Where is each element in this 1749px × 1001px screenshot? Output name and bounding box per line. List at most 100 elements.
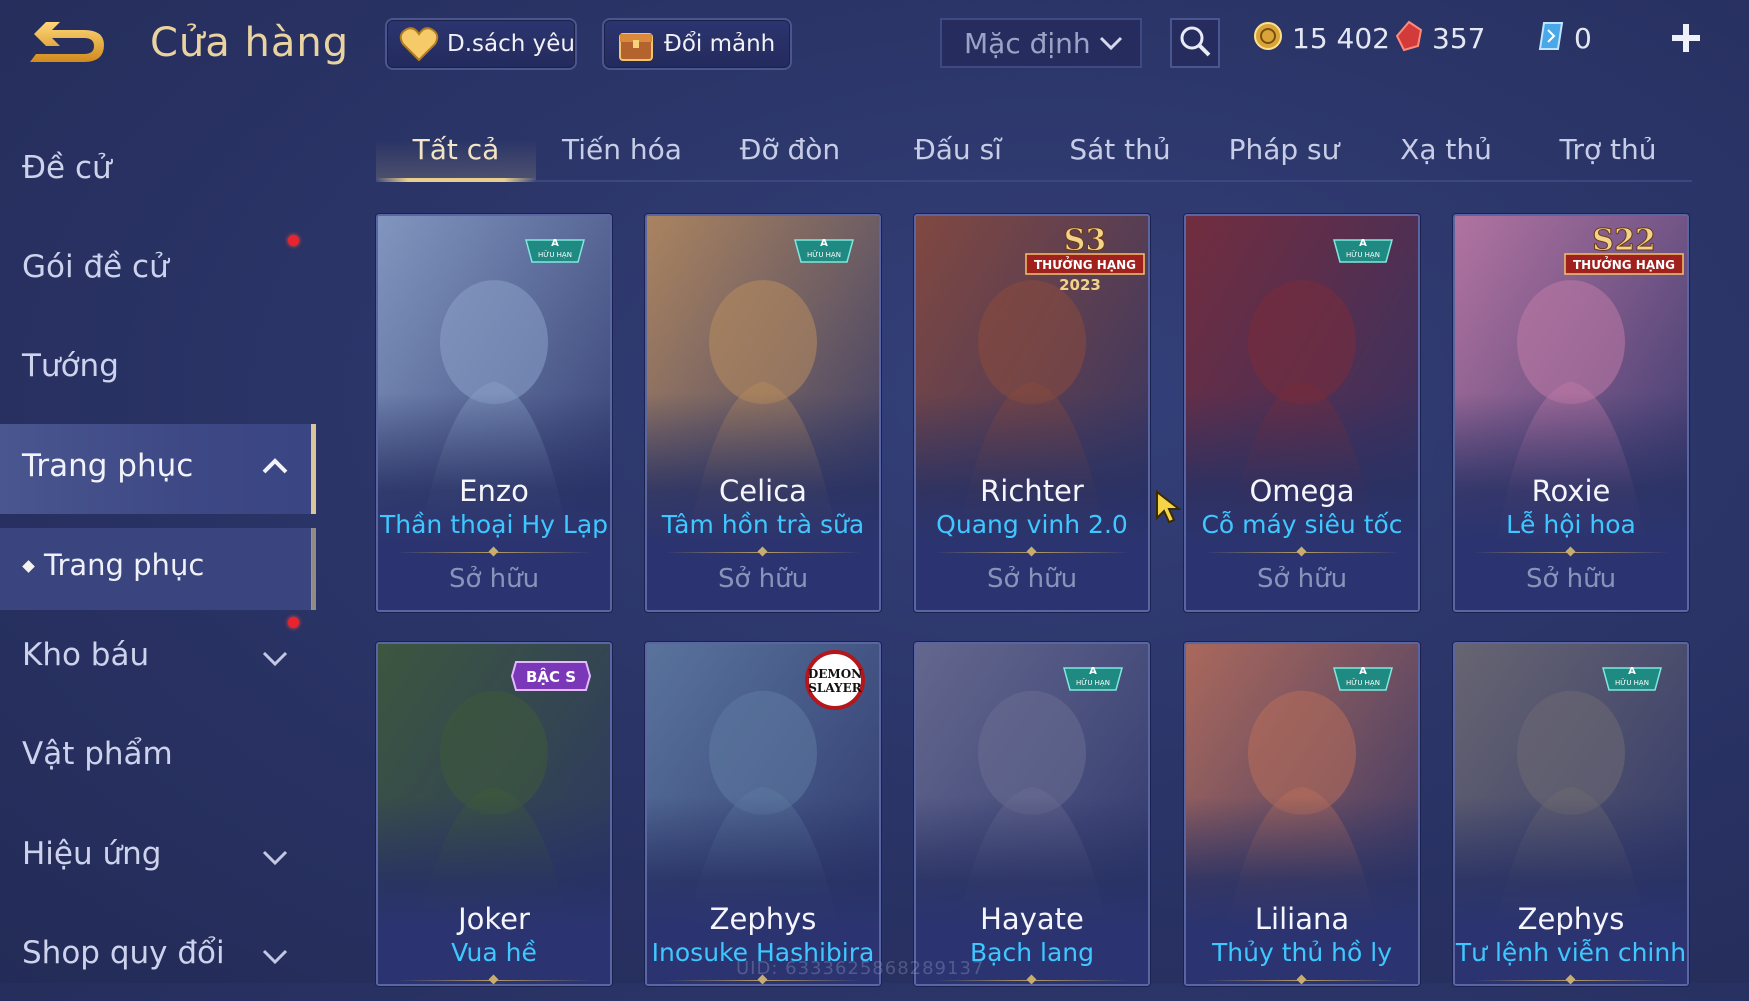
owned-status: Sở hữu: [1256, 564, 1348, 594]
tab-assassin[interactable]: Sát thủ: [1038, 118, 1202, 180]
skin-card[interactable]: A HỮU HẠN Enzo Thần thoại Hy Lạp Sở hữu: [376, 214, 612, 612]
hero-name: Celica: [719, 474, 807, 508]
sidebar-item-label: Vật phẩm: [22, 736, 173, 772]
sidebar-item-heroes[interactable]: Tướng: [0, 324, 312, 414]
sidebar-item-skins[interactable]: Trang phục: [0, 424, 316, 514]
skin-card[interactable]: A HỮU HẠN Zephys Tư lệnh viễn chinh: [1453, 642, 1689, 986]
sidebar-item-label: Đề cử: [22, 150, 112, 186]
sidebar-item-exchange-shop[interactable]: Shop quy đổi: [0, 911, 312, 1001]
sidebar-item-label: Trang phục: [22, 448, 194, 484]
skin-card[interactable]: A HỮU HẠN Hayate Bạch lang: [914, 642, 1150, 986]
gold-amount: 15 402: [1292, 21, 1390, 55]
sort-value: Mặc định: [964, 26, 1091, 60]
svg-text:HỮU HẠN: HỮU HẠN: [538, 250, 572, 259]
tab-tank[interactable]: Đỡ đòn: [708, 118, 872, 180]
category-tabs: Tất cả Tiến hóa Đỡ đòn Đấu sĩ Sát thủ Ph…: [376, 118, 1692, 182]
svg-text:A: A: [551, 238, 559, 249]
skin-name: Tư lệnh viễn chinh: [1455, 938, 1687, 967]
card-divider: [1473, 552, 1669, 553]
back-arrow-icon[interactable]: [22, 18, 112, 74]
owned-status: Sở hữu: [448, 564, 540, 594]
skin-card[interactable]: BẬC S Joker Vua hề: [376, 642, 612, 986]
sidebar-subitem-skins[interactable]: Trang phục: [0, 528, 316, 610]
sidebar-item-treasure[interactable]: Kho báu: [0, 613, 312, 703]
svg-text:THƯỞNG HẠNG: THƯỞNG HẠNG: [1034, 256, 1136, 272]
search-button[interactable]: [1170, 18, 1220, 68]
top-bar: Cửa hàng D.sách yêu Đổi mảnh Mặc định 15…: [0, 0, 1749, 88]
limited-badge-icon: A HỮU HẠN: [1328, 232, 1398, 266]
hero-name: Joker: [458, 902, 530, 936]
season-ranked-badge-icon: S3 THƯỞNG HẠNG 2023: [1022, 216, 1148, 298]
sort-dropdown[interactable]: Mặc định: [940, 18, 1142, 68]
favorites-button[interactable]: D.sách yêu: [385, 18, 577, 70]
skin-name: Lễ hội hoa: [1506, 510, 1636, 539]
svg-text:A: A: [1359, 666, 1367, 677]
sidebar-item-label: Gói đề cử: [22, 249, 169, 285]
hero-name: Zephys: [709, 902, 817, 936]
limited-badge-icon: A HỮU HẠN: [520, 232, 590, 266]
skin-card[interactable]: DEMON SLAYER Zephys Inosuke Hashibira: [645, 642, 881, 986]
skin-name: Thần thoại Hy Lạp: [379, 510, 609, 539]
skin-card[interactable]: S22 THƯỞNG HẠNG Roxie Lễ hội hoa Sở hữu: [1453, 214, 1689, 612]
tab-evolution[interactable]: Tiến hóa: [540, 118, 704, 180]
skin-card[interactable]: A HỮU HẠN Omega Cỗ máy siêu tốc Sở hữu: [1184, 214, 1420, 612]
svg-text:HỮU HẠN: HỮU HẠN: [1346, 678, 1380, 687]
svg-text:HỮU HẠN: HỮU HẠN: [1615, 678, 1649, 687]
skin-name: Vua hề: [451, 938, 537, 967]
chevron-down-icon: [260, 846, 290, 874]
ruby-icon: [1394, 20, 1424, 56]
svg-text:BẬC S: BẬC S: [526, 666, 576, 686]
ruby-currency: 357: [1394, 18, 1485, 58]
svg-text:S22: S22: [1592, 223, 1655, 258]
ruby-amount: 357: [1432, 21, 1486, 55]
svg-text:SLAYER: SLAYER: [808, 681, 863, 695]
voucher-icon: [1536, 20, 1566, 56]
season-ranked-badge-icon: S22 THƯỞNG HẠNG: [1561, 216, 1687, 298]
notification-dot: [288, 235, 299, 246]
chevron-down-icon: [260, 647, 290, 675]
coin-icon: [1252, 20, 1284, 56]
heart-icon: [397, 24, 441, 64]
search-icon: [1178, 24, 1212, 62]
limited-badge-icon: A HỮU HẠN: [1058, 660, 1128, 694]
card-divider: [1473, 980, 1669, 981]
sidebar-item-label: Shop quy đổi: [22, 935, 225, 971]
svg-text:DEMON: DEMON: [808, 667, 862, 681]
svg-text:2023: 2023: [1059, 276, 1101, 294]
tab-fighter[interactable]: Đấu sĩ: [876, 118, 1040, 180]
svg-text:THƯỞNG HẠNG: THƯỞNG HẠNG: [1573, 256, 1675, 272]
sidebar-item-effects[interactable]: Hiệu ứng: [0, 812, 312, 902]
mouse-cursor-icon: [1155, 489, 1182, 524]
exchange-fragments-button[interactable]: Đổi mảnh: [602, 18, 792, 70]
tab-mage[interactable]: Pháp sư: [1202, 118, 1366, 180]
tab-all[interactable]: Tất cả: [376, 118, 536, 182]
tab-support[interactable]: Trợ thủ: [1526, 118, 1690, 180]
hero-name: Hayate: [980, 902, 1084, 936]
hero-name: Roxie: [1531, 474, 1611, 508]
sidebar-item-label: Kho báu: [22, 637, 150, 673]
skin-name: Tâm hồn trà sữa: [661, 510, 865, 539]
card-divider: [665, 980, 861, 981]
uid-watermark: UID: 6333625868289137: [736, 958, 985, 979]
skin-card[interactable]: S3 THƯỞNG HẠNG 2023 Richter Quang vinh 2.0 Sở…: [914, 214, 1150, 612]
sidebar-item-label: Tướng: [22, 348, 119, 384]
svg-text:S3: S3: [1064, 223, 1107, 258]
sidebar-item-recommended[interactable]: Đề cử: [0, 126, 312, 216]
svg-text:HỮU HẠN: HỮU HẠN: [1076, 678, 1110, 687]
sidebar-item-recommended-packs[interactable]: Gói đề cử: [0, 225, 312, 315]
skin-card[interactable]: A HỮU HẠN Celica Tâm hồn trà sữa Sở hữu: [645, 214, 881, 612]
sidebar-item-items[interactable]: Vật phẩm: [0, 712, 312, 802]
svg-text:HỮU HẠN: HỮU HẠN: [807, 250, 841, 259]
skin-card[interactable]: A HỮU HẠN Liliana Thủy thủ hồ ly: [1184, 642, 1420, 986]
limited-badge-icon: A HỮU HẠN: [789, 232, 859, 266]
tab-marksman[interactable]: Xạ thủ: [1364, 118, 1528, 180]
sidebar-subitem-label: Trang phục: [44, 548, 205, 582]
limited-badge-icon: A HỮU HẠN: [1597, 660, 1667, 694]
chevron-down-icon: [260, 945, 290, 973]
voucher-amount: 0: [1574, 21, 1592, 55]
fragment-chest-icon: [614, 24, 658, 64]
add-currency-plus-icon[interactable]: [1668, 18, 1704, 58]
card-divider: [934, 980, 1130, 981]
gold-currency: 15 402: [1252, 18, 1390, 58]
svg-text:A: A: [1359, 238, 1367, 249]
